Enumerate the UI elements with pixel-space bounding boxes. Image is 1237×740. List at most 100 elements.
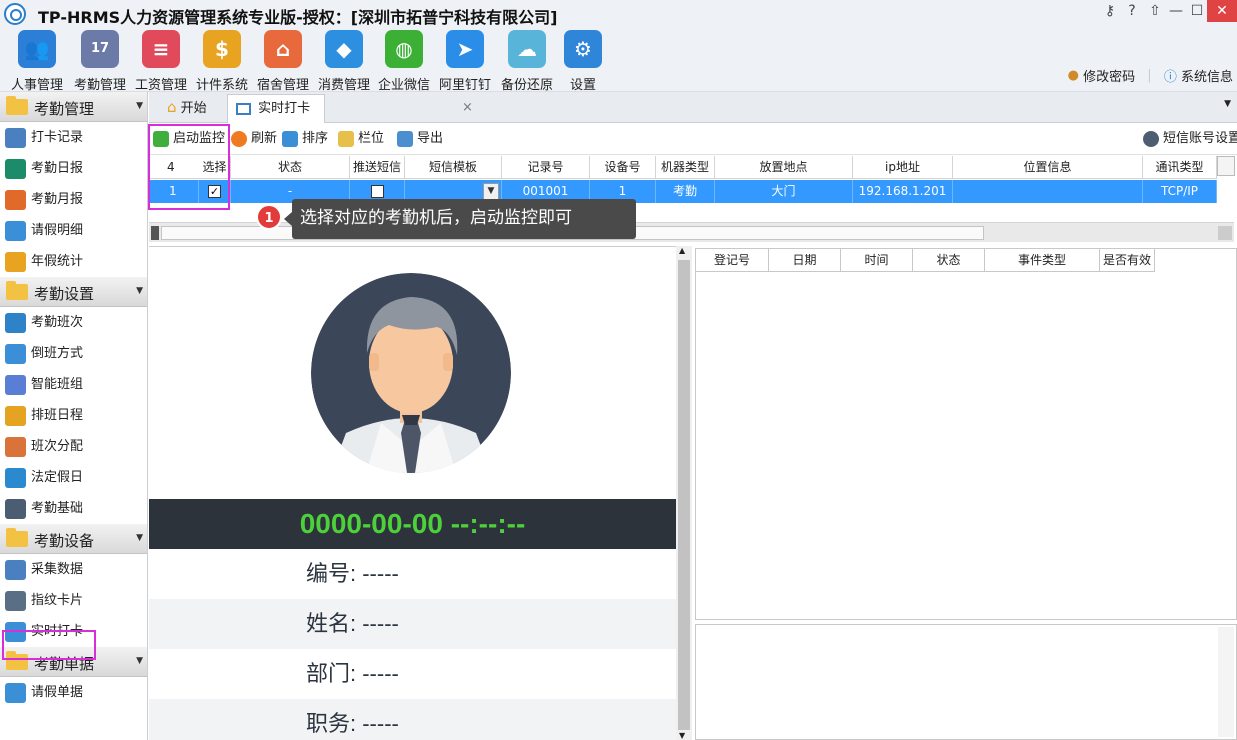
scroll-up-icon[interactable]: ▲ bbox=[679, 246, 685, 255]
event-column-header[interactable]: 时间 bbox=[841, 249, 913, 272]
sidebar-item-icon bbox=[5, 683, 26, 703]
column-header[interactable]: ip地址 bbox=[853, 156, 953, 179]
tab-close-icon[interactable]: × bbox=[462, 100, 473, 115]
toolbar-item-4[interactable]: ⌂ 宿舍管理 bbox=[251, 28, 315, 93]
chevron-down-icon[interactable]: ▼ bbox=[1224, 99, 1231, 109]
sidebar-item-icon bbox=[5, 499, 26, 519]
folder-icon bbox=[6, 96, 28, 115]
datetime-display: 0000-00-00 --:--:-- bbox=[299, 508, 526, 539]
sidebar-item-0-2[interactable]: 考勤月报 bbox=[0, 184, 147, 215]
key-icon[interactable]: ⚷ bbox=[1098, 0, 1122, 22]
scroll-down-icon[interactable]: ▼ bbox=[679, 731, 685, 740]
scroll-right-icon[interactable] bbox=[1218, 226, 1232, 240]
column-header[interactable]: 推送短信 bbox=[350, 156, 405, 179]
sidebar-item-2-1[interactable]: 指纹卡片 bbox=[0, 585, 147, 616]
action-toolbar: 启动监控 刷新 排序 栏位 导出 短信账号设置 bbox=[149, 123, 1237, 155]
sort-label: 排序 bbox=[302, 131, 329, 146]
maximize-icon[interactable]: ☐ bbox=[1185, 0, 1209, 22]
app-logo-icon bbox=[4, 3, 26, 25]
column-header[interactable]: 位置信息 bbox=[953, 156, 1143, 179]
toolbar-item-2[interactable]: ≡ 工资管理 bbox=[129, 28, 193, 93]
refresh-button[interactable]: 刷新 bbox=[231, 128, 277, 150]
sidebar-item-icon bbox=[5, 252, 26, 272]
sidebar-group-0[interactable]: 考勤管理 ▼ bbox=[0, 92, 147, 122]
tab-start[interactable]: ⌂ 开始 bbox=[159, 94, 215, 123]
toolbar-item-1[interactable]: 17 考勤管理 bbox=[68, 28, 132, 93]
sidebar-item-icon bbox=[5, 128, 26, 148]
cloud-icon: ☁ bbox=[508, 30, 546, 68]
close-icon[interactable]: ✕ bbox=[1207, 0, 1237, 22]
sidebar-item-0-3[interactable]: 请假明细 bbox=[0, 215, 147, 246]
toolbar-item-label: 阿里钉钉 bbox=[438, 78, 491, 93]
toolbar-item-8[interactable]: ☁ 备份还原 bbox=[495, 28, 559, 93]
callout-number: 1 bbox=[256, 204, 282, 230]
column-header[interactable]: 机器类型 bbox=[656, 156, 715, 179]
sidebar-item-0-4[interactable]: 年假统计 bbox=[0, 246, 147, 277]
columns-icon bbox=[338, 131, 354, 147]
sidebar-item-label: 考勤日报 bbox=[31, 161, 84, 176]
sidebar-item-label: 智能班组 bbox=[31, 377, 84, 392]
event-column-header[interactable]: 日期 bbox=[769, 249, 841, 272]
sidebar-item-3-0[interactable]: 请假单据 bbox=[0, 677, 147, 708]
sms-account-settings-button[interactable]: 短信账号设置 bbox=[1143, 128, 1237, 150]
sidebar-item-0-0[interactable]: 打卡记录 bbox=[0, 122, 147, 153]
scroll-thumb[interactable] bbox=[678, 260, 690, 730]
log-scrollbar[interactable] bbox=[1218, 627, 1234, 737]
system-info-link[interactable]: 系统信息 bbox=[1181, 66, 1233, 85]
toolbar-item-label: 工资管理 bbox=[134, 78, 187, 93]
sidebar-group-1[interactable]: 考勤设置 ▼ bbox=[0, 277, 147, 307]
event-column-header[interactable]: 事件类型 bbox=[985, 249, 1100, 272]
columns-button[interactable]: 栏位 bbox=[338, 128, 384, 150]
sidebar-item-1-1[interactable]: 倒班方式 bbox=[0, 338, 147, 369]
message-log-box bbox=[695, 624, 1237, 740]
toolbar-item-9[interactable]: ⚙ 设置 bbox=[551, 28, 615, 93]
profile-scrollbar[interactable]: ▲ ▼ bbox=[676, 246, 692, 740]
tab-realtime[interactable]: 实时打卡 bbox=[227, 94, 325, 123]
ledger-icon: ≡ bbox=[142, 30, 180, 68]
sidebar-item-1-5[interactable]: 法定假日 bbox=[0, 462, 147, 493]
column-header[interactable]: 放置地点 bbox=[715, 156, 853, 179]
change-password-link[interactable]: 修改密码 bbox=[1083, 66, 1135, 85]
column-header[interactable]: 通讯类型 bbox=[1143, 156, 1217, 179]
sidebar-item-1-3[interactable]: 排班日程 bbox=[0, 400, 147, 431]
toolbar-item-6[interactable]: ◍ 企业微信 bbox=[372, 28, 436, 93]
refresh-icon bbox=[231, 131, 247, 147]
highlight-box-realtime bbox=[2, 630, 96, 660]
employee-department: 部门: ----- bbox=[306, 661, 399, 686]
sort-button[interactable]: 排序 bbox=[282, 128, 328, 150]
event-column-header[interactable]: 是否有效 bbox=[1100, 249, 1155, 272]
toolbar-item-0[interactable]: 👥 人事管理 bbox=[5, 28, 69, 93]
sidebar-item-1-2[interactable]: 智能班组 bbox=[0, 369, 147, 400]
sidebar-item-2-0[interactable]: 采集数据 bbox=[0, 554, 147, 585]
chevron-down-icon[interactable]: ▼ bbox=[483, 183, 499, 200]
sidebar-item-icon bbox=[5, 468, 26, 488]
columns-label: 栏位 bbox=[358, 131, 385, 146]
employee-position: 职务: ----- bbox=[149, 699, 676, 740]
event-column-header[interactable]: 登记号 bbox=[696, 249, 769, 272]
sidebar-item-1-0[interactable]: 考勤班次 bbox=[0, 307, 147, 338]
toolbar-item-7[interactable]: ➤ 阿里钉钉 bbox=[433, 28, 497, 93]
sidebar-item-0-1[interactable]: 考勤日报 bbox=[0, 153, 147, 184]
cell-position-info bbox=[953, 180, 1143, 203]
sidebar-group-2[interactable]: 考勤设备 ▼ bbox=[0, 524, 147, 554]
sidebar-item-icon bbox=[5, 591, 26, 611]
column-header[interactable]: 记录号 bbox=[502, 156, 590, 179]
tab-start-label: 开始 bbox=[180, 101, 207, 116]
event-column-header[interactable]: 状态 bbox=[913, 249, 985, 272]
column-header[interactable]: 状态 bbox=[231, 156, 350, 179]
column-header[interactable]: 短信模板 bbox=[405, 156, 502, 179]
sidebar-item-1-4[interactable]: 班次分配 bbox=[0, 431, 147, 462]
column-header[interactable]: 设备号 bbox=[590, 156, 656, 179]
scroll-left-icon[interactable] bbox=[151, 226, 159, 240]
chevron-down-icon: ▼ bbox=[136, 101, 143, 111]
sidebar-item-1-6[interactable]: 考勤基础 bbox=[0, 493, 147, 524]
toolbar-item-5[interactable]: ◆ 消费管理 bbox=[312, 28, 376, 93]
sidebar-item-label: 年假统计 bbox=[31, 254, 84, 269]
toolbar-item-3[interactable]: $ 计件系统 bbox=[190, 28, 254, 93]
user-icon: ● bbox=[1067, 68, 1079, 83]
tab-bar: ⌂ 开始 实时打卡 × ▼ bbox=[149, 92, 1237, 123]
sidebar-item-label: 考勤月报 bbox=[31, 192, 84, 207]
help-icon[interactable]: ? bbox=[1120, 0, 1144, 22]
checkbox-icon[interactable] bbox=[370, 185, 384, 198]
export-button[interactable]: 导出 bbox=[397, 128, 443, 150]
